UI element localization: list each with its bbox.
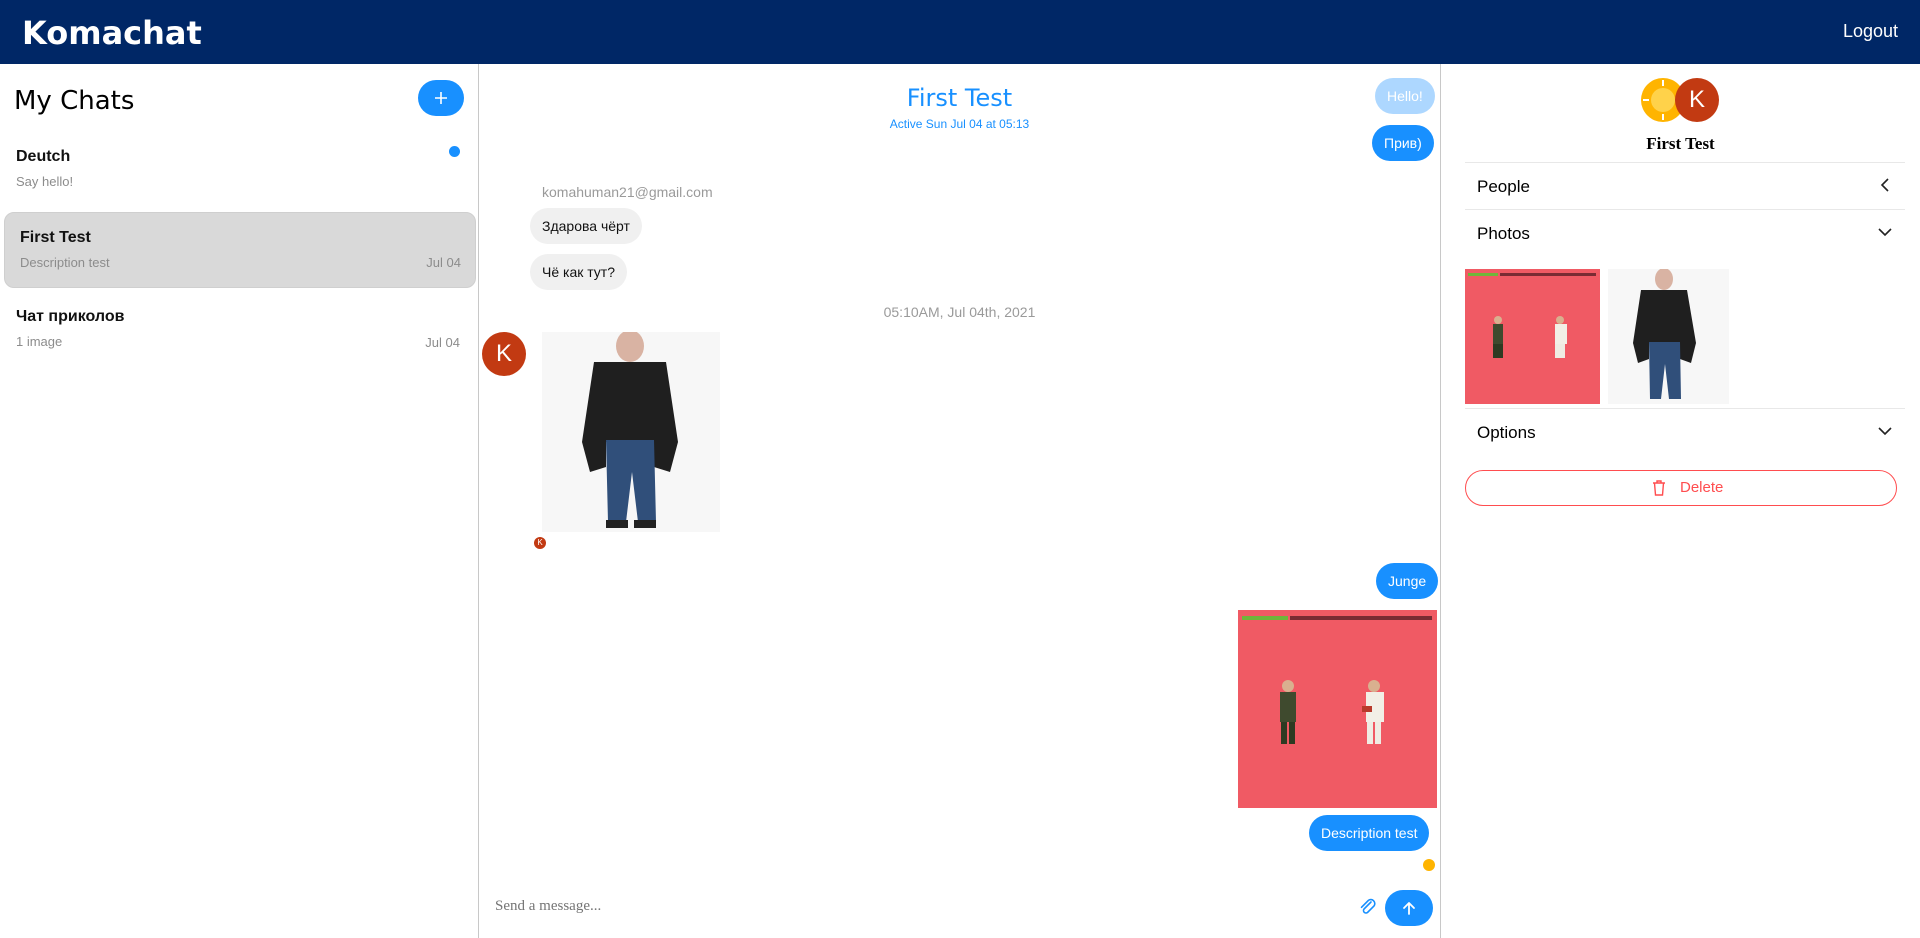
delete-label: Delete bbox=[1680, 479, 1724, 496]
message-timestamp: 05:10AM, Jul 04th, 2021 bbox=[883, 304, 1036, 320]
section-label: Photos bbox=[1477, 224, 1530, 243]
avatar: K bbox=[482, 332, 526, 376]
message-bubble: Здарова чёрт bbox=[530, 208, 642, 244]
chevron-down-icon bbox=[1878, 228, 1892, 237]
chat-activity-status: Active Sun Jul 04 at 05:13 bbox=[889, 117, 1030, 131]
chat-settings-panel: K First Test People Photos Options Delet… bbox=[1441, 64, 1920, 938]
chat-card-title: First Test bbox=[20, 229, 91, 246]
people-section-toggle[interactable]: People bbox=[1465, 162, 1905, 209]
message-image[interactable] bbox=[542, 332, 720, 532]
chevron-left-icon bbox=[1880, 178, 1889, 192]
message-image[interactable] bbox=[1238, 610, 1437, 808]
chat-card-chat-prikolov[interactable]: Чат приколов 1 image Jul 04 bbox=[4, 296, 474, 370]
app-logo: Komachat bbox=[22, 14, 202, 52]
plus-icon bbox=[435, 92, 447, 104]
chat-card-date: Jul 04 bbox=[425, 335, 460, 350]
message-bubble: Description test bbox=[1309, 815, 1430, 851]
read-receipt-avatar bbox=[1423, 859, 1435, 871]
photos-section-toggle[interactable]: Photos bbox=[1465, 209, 1905, 256]
options-section-toggle[interactable]: Options bbox=[1465, 408, 1905, 455]
send-button[interactable] bbox=[1385, 890, 1433, 926]
section-label: Options bbox=[1477, 423, 1536, 442]
chat-list-title: My Chats bbox=[14, 86, 135, 116]
message-input[interactable] bbox=[493, 888, 1297, 924]
message-bubble: Прив) bbox=[1372, 125, 1434, 161]
chat-card-deutch[interactable]: Deutch Say hello! bbox=[4, 136, 474, 210]
chat-card-date: Jul 04 bbox=[426, 255, 461, 270]
message-bubble: Junge bbox=[1376, 563, 1439, 599]
chat-feed: First Test Active Sun Jul 04 at 05:13 He… bbox=[479, 64, 1441, 938]
settings-chat-title: First Test bbox=[1646, 134, 1715, 153]
delete-chat-button[interactable]: Delete bbox=[1465, 470, 1897, 506]
chat-card-preview: 1 image bbox=[16, 334, 63, 349]
gallery-photo[interactable] bbox=[1465, 269, 1600, 404]
gallery-photo[interactable] bbox=[1608, 269, 1729, 404]
chat-card-preview: Say hello! bbox=[16, 174, 74, 189]
trash-icon bbox=[1653, 480, 1665, 496]
chat-list-panel: My Chats Deutch Say hello! First Test De… bbox=[0, 64, 479, 938]
section-label: People bbox=[1477, 177, 1530, 196]
paperclip-icon[interactable] bbox=[1357, 896, 1377, 916]
unread-indicator bbox=[449, 146, 460, 157]
chat-card-title: Deutch bbox=[16, 148, 71, 165]
message-bubble: Чё как тут? bbox=[530, 254, 628, 290]
chevron-down-icon bbox=[1878, 427, 1892, 436]
chat-card-preview: Description test bbox=[20, 255, 110, 270]
avatar: K bbox=[1675, 78, 1719, 122]
arrow-up-icon bbox=[1403, 902, 1415, 915]
chat-card-title: Чат приколов bbox=[16, 308, 125, 325]
top-bar: Komachat Logout bbox=[0, 0, 1920, 64]
message-bubble: Hello! bbox=[1375, 78, 1435, 114]
new-chat-button[interactable] bbox=[418, 80, 464, 116]
chat-card-first-test[interactable]: First Test Description test Jul 04 bbox=[4, 212, 476, 288]
read-receipt-avatar: K bbox=[534, 537, 546, 549]
chat-title: First Test bbox=[906, 84, 1013, 112]
message-composer bbox=[479, 876, 1440, 938]
logout-button[interactable]: Logout bbox=[1843, 21, 1898, 42]
sender-name: komahuman21@gmail.com bbox=[542, 184, 713, 200]
